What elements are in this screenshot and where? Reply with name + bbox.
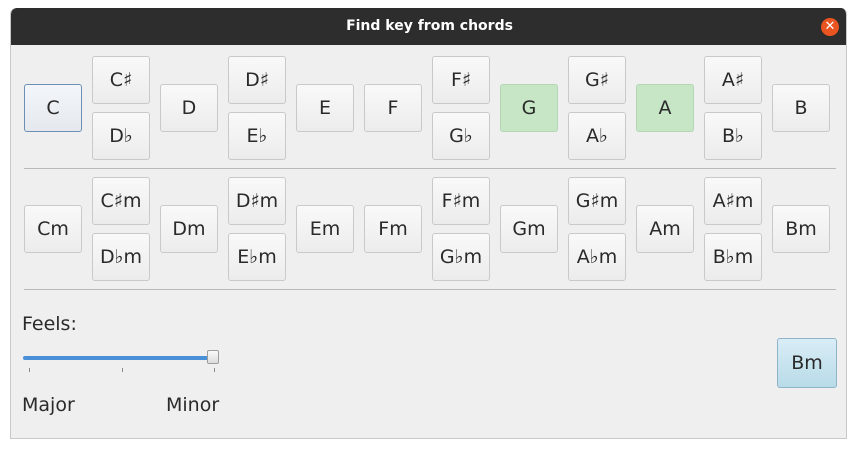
chord-button-d-sharp[interactable]: D♯ [228,56,286,104]
slider-tick [29,368,30,372]
chord-button-g-flat-m[interactable]: G♭m [432,233,490,281]
slider-tick [214,368,215,372]
chord-button-dm[interactable]: Dm [160,205,218,253]
chord-button-g-sharp[interactable]: G♯ [568,56,626,104]
chord-button-cm[interactable]: Cm [24,205,82,253]
chord-button-d-flat-m[interactable]: D♭m [92,233,150,281]
row-separator [24,289,836,290]
chord-button-em[interactable]: Em [296,205,354,253]
slider-max-label: Minor [166,394,220,416]
chord-button-a-sharp-m[interactable]: A♯m [704,177,762,225]
row-separator [24,168,836,169]
slider-min-label: Major [22,394,75,416]
chord-button-a[interactable]: A [636,84,694,132]
chord-button-a-flat[interactable]: A♭ [568,112,626,160]
chord-button-a-sharp[interactable]: A♯ [704,56,762,104]
close-icon[interactable]: ✕ [821,18,839,36]
chord-button-c[interactable]: C [24,84,82,132]
feels-slider-handle[interactable] [207,350,219,364]
chord-button-c-sharp-m[interactable]: C♯m [92,177,150,225]
chord-button-bm[interactable]: Bm [772,205,830,253]
chord-button-d[interactable]: D [160,84,218,132]
chord-button-c-sharp[interactable]: C♯ [92,56,150,104]
app-window: Find key from chords ✕ C C♯ D♭ D D♯ E♭ E… [10,8,847,439]
chord-button-e-flat[interactable]: E♭ [228,112,286,160]
chord-button-g-flat[interactable]: G♭ [432,112,490,160]
chord-button-b-flat[interactable]: B♭ [704,112,762,160]
feels-label: Feels: [22,313,77,335]
chord-button-f-sharp[interactable]: F♯ [432,56,490,104]
window-title: Find key from chords [346,18,513,34]
chord-button-f[interactable]: F [364,84,422,132]
chord-button-b[interactable]: B [772,84,830,132]
chord-button-am[interactable]: Am [636,205,694,253]
chord-button-fm[interactable]: Fm [364,205,422,253]
chord-button-d-flat[interactable]: D♭ [92,112,150,160]
slider-tick [122,368,123,372]
chord-button-b-flat-m[interactable]: B♭m [704,233,762,281]
chord-button-e[interactable]: E [296,84,354,132]
chord-button-d-sharp-m[interactable]: D♯m [228,177,286,225]
feels-slider-track[interactable] [23,356,215,360]
chord-button-gm[interactable]: Gm [500,205,558,253]
chord-button-f-sharp-m[interactable]: F♯m [432,177,490,225]
chord-button-g-sharp-m[interactable]: G♯m [568,177,626,225]
result-key-button[interactable]: Bm [777,338,837,388]
chord-button-a-flat-m[interactable]: A♭m [568,233,626,281]
chord-button-e-flat-m[interactable]: E♭m [228,233,286,281]
title-bar: Find key from chords ✕ [11,8,846,45]
chord-button-g[interactable]: G [500,84,558,132]
